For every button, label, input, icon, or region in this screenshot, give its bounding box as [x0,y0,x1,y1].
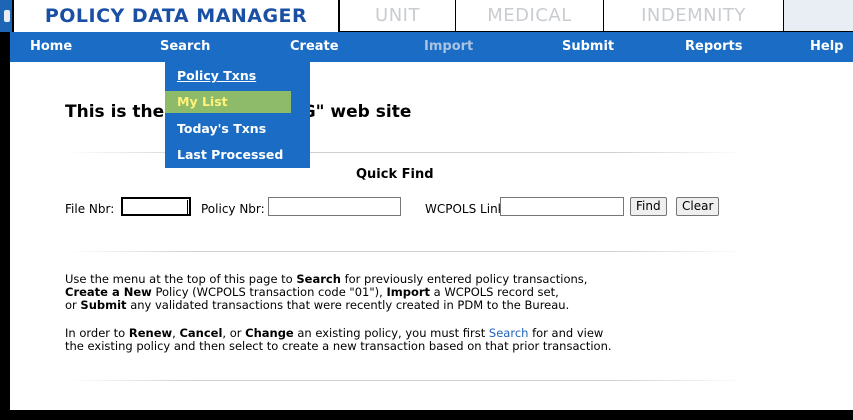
dropdown-item-todays-txns[interactable]: Today's Txns [165,118,310,140]
find-button[interactable]: Find [630,197,667,216]
app-tab-strip: POLICY DATA MANAGER UNIT MEDICAL INDEMNI… [0,0,853,32]
menu-create[interactable]: Create [290,32,339,62]
tab-strip-filler [784,0,853,32]
tab-strip-edge [0,0,12,32]
divider [65,380,745,381]
file-nbr-label: File Nbr: [65,202,115,216]
main-content: This is the GING" web site Quick Find Fil… [10,62,853,410]
page-heading-left: This is the [65,102,165,122]
dropdown-item-my-list[interactable]: My List [165,91,291,113]
instructions-paragraph-1: Use the menu at the top of this page to … [65,273,587,312]
search-dropdown-menu: Policy Txns My List Today's Txns Last Pr… [165,62,310,168]
menu-reports[interactable]: Reports [685,32,742,62]
tab-indemnity[interactable]: INDEMNITY [604,0,784,32]
tab-unit[interactable]: UNIT [340,0,456,32]
wcpols-link-label: WCPOLS Link: [425,202,509,216]
menu-help[interactable]: Help [810,32,843,62]
menu-import[interactable]: Import [424,32,473,62]
tab-policy-data-manager[interactable]: POLICY DATA MANAGER [12,0,340,32]
instructions-paragraph-2: In order to Renew, Cancel, or Change an … [65,327,612,353]
dropdown-item-policy-txns[interactable]: Policy Txns [165,65,310,87]
quick-find-title: Quick Find [356,167,434,182]
menu-search[interactable]: Search [160,32,210,62]
menu-submit[interactable]: Submit [562,32,614,62]
instructions-line: or Submit any validated transactions tha… [65,298,570,312]
divider [65,251,745,252]
wcpols-link-input[interactable] [500,197,624,216]
dropdown-item-last-processed[interactable]: Last Processed [165,144,310,166]
policy-nbr-input[interactable] [268,197,401,216]
tab-medical[interactable]: MEDICAL [456,0,604,32]
menu-home[interactable]: Home [30,32,72,62]
text-cursor [187,200,188,214]
policy-nbr-label: Policy Nbr: [201,202,265,216]
file-nbr-input[interactable] [121,197,191,216]
window-bottom-border [0,410,853,420]
search-link[interactable]: Search [489,326,529,340]
main-menu-bar: Home Search Create Import Submit Reports… [10,32,853,62]
clear-button[interactable]: Clear [676,197,720,216]
instructions-line: the existing policy and then select to c… [65,339,612,353]
